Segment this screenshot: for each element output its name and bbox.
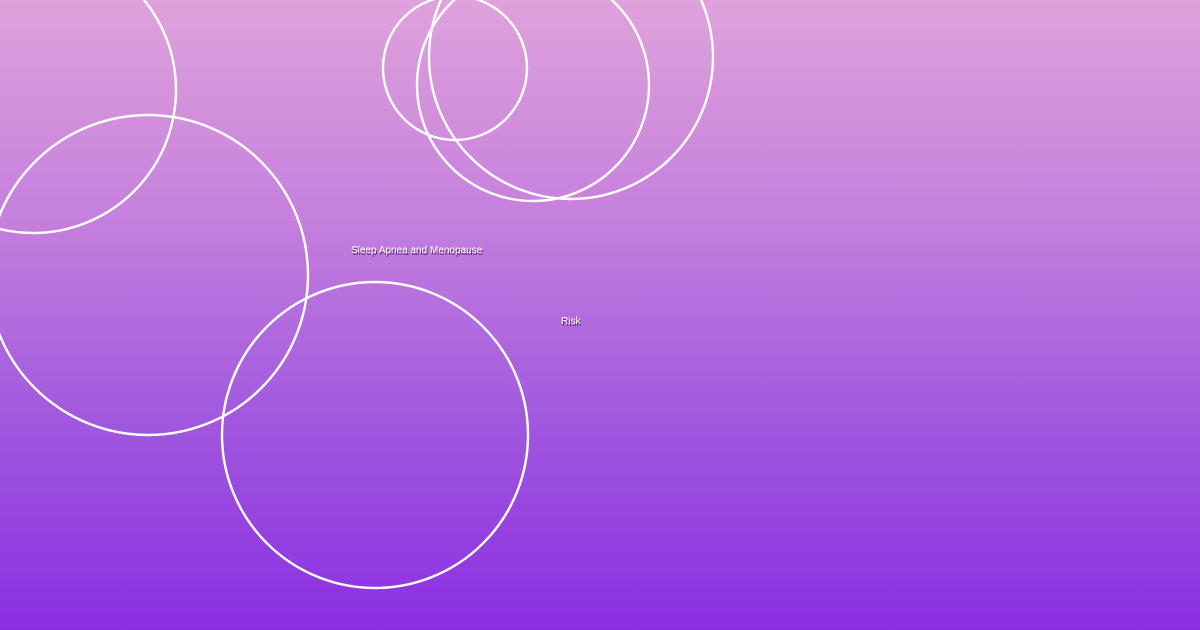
decorative-circles — [0, 0, 715, 590]
decorative-circle-bottom-center — [220, 280, 530, 590]
decorative-circle-top-left — [0, 0, 178, 235]
decorative-circle-top-center — [415, 0, 651, 203]
title-text: Sleep Apnea and Menopause — [351, 245, 483, 256]
banner-image: Sleep Apnea and Menopause Risk — [0, 0, 1200, 630]
subtitle-text: Risk — [561, 316, 581, 327]
decorative-circle-small-top — [381, 0, 529, 142]
decorative-circle-left — [0, 113, 310, 437]
decorative-circle-top-right — [427, 0, 715, 201]
